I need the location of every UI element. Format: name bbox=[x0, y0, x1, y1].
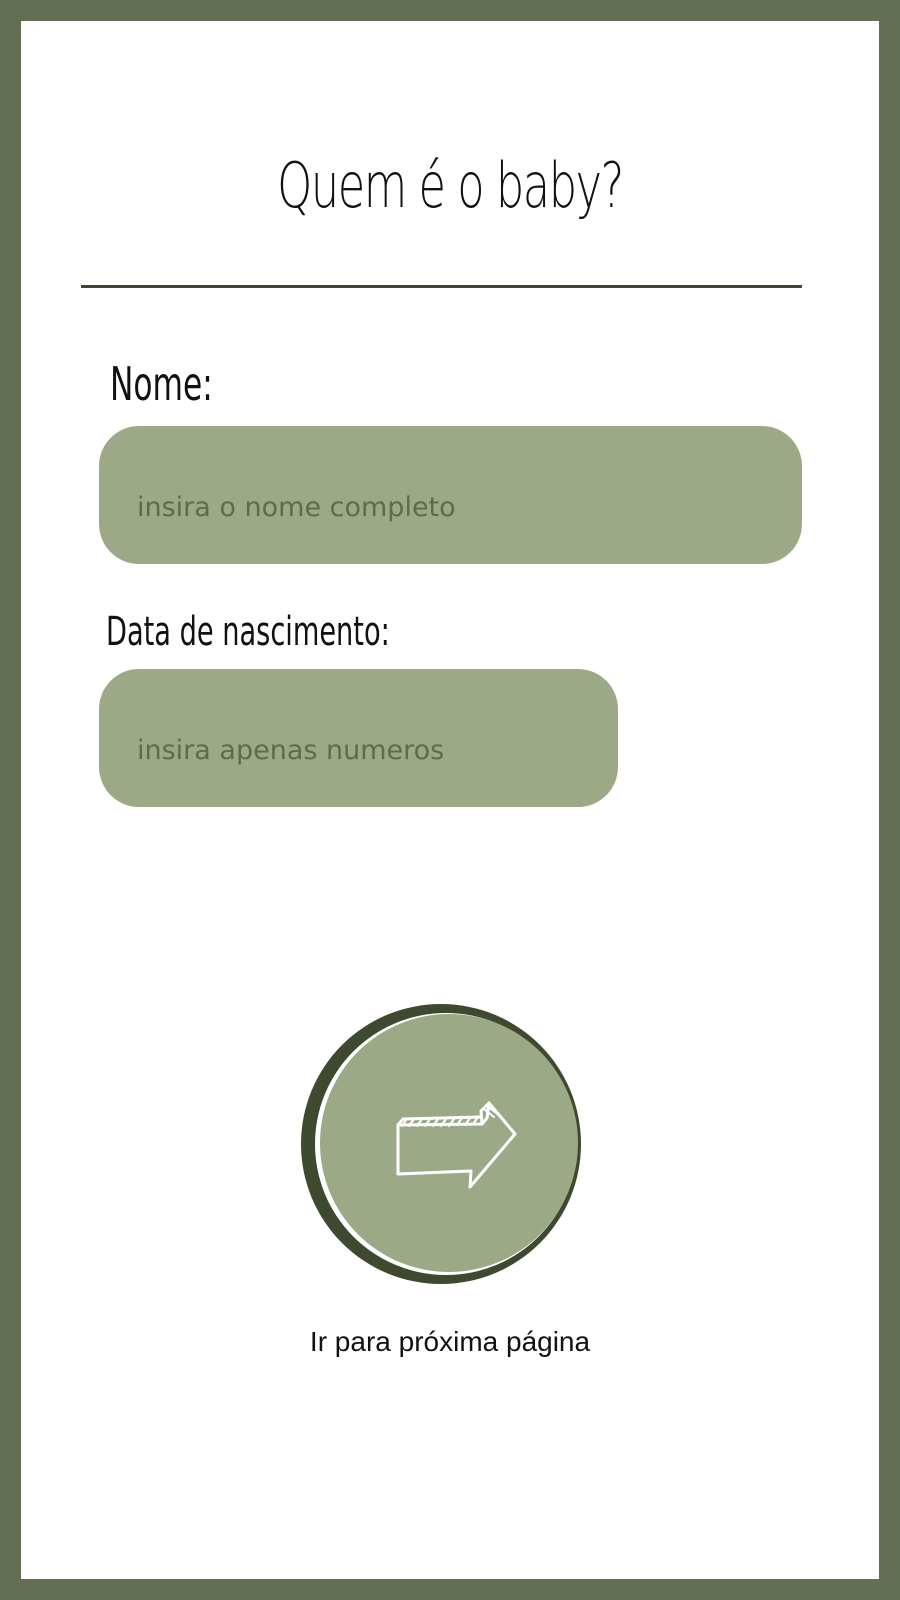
name-label: Nome: bbox=[110, 357, 213, 411]
name-input[interactable]: insira o nome completo bbox=[99, 426, 802, 564]
next-button-circle bbox=[301, 1004, 581, 1284]
title-divider bbox=[81, 285, 802, 288]
birthdate-input[interactable]: insira apenas numeros bbox=[99, 669, 618, 807]
page-frame: Quem é o baby? Nome: insira o nome compl… bbox=[21, 21, 879, 1579]
page-title: Quem é o baby? bbox=[277, 149, 624, 222]
birthdate-placeholder: insira apenas numeros bbox=[137, 735, 445, 766]
birthdate-label: Data de nascimento: bbox=[106, 609, 390, 655]
next-page-caption[interactable]: Ir para próxima página bbox=[21, 1326, 879, 1358]
next-page-button[interactable] bbox=[296, 999, 586, 1289]
name-placeholder: insira o nome completo bbox=[137, 492, 456, 523]
